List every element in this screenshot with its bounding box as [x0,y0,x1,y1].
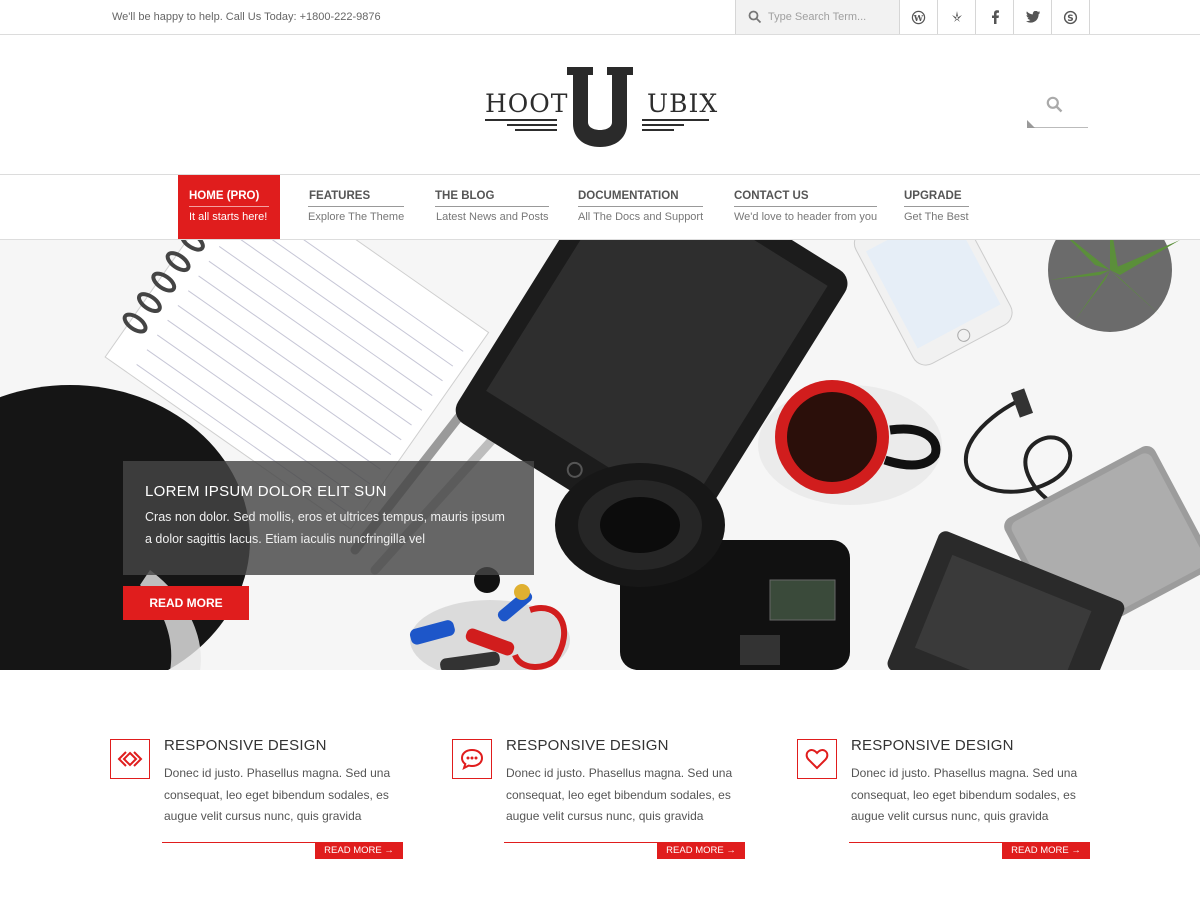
header-search[interactable] [1027,92,1088,128]
nav-item-blog[interactable]: THE BLOG Latest News and Posts [435,175,549,239]
slide-text: Cras non dolor. Sed mollis, eros et ultr… [145,510,505,546]
logo-right-word: UBIX [647,89,719,118]
svg-text:S: S [1067,13,1073,23]
yelp-icon[interactable] [938,0,976,34]
feature-box: RESPONSIVE DESIGN Donec id justo. Phasel… [452,737,752,859]
social-icons: W S [900,0,1090,34]
nav-item-documentation[interactable]: DOCUMENTATION All The Docs and Support [578,175,704,239]
diamond-arrows-icon [110,739,150,779]
main-menu: HOME (PRO) It all starts here! FEATURES … [0,175,1200,239]
feature-read-more-button[interactable]: READ MORE → [1002,842,1090,859]
hero-slider[interactable]: LOREM IPSUM DOLOR ELIT SUN Cras non dolo… [0,239,1200,670]
feature-text: Donec id justo. Phasellus magna. Sed una… [506,766,733,823]
nav-item-contact[interactable]: CONTACT US We'd love to header from you [734,175,878,239]
wordpress-icon[interactable]: W [900,0,938,34]
feature-title: RESPONSIVE DESIGN [851,737,1014,754]
logo-u-mark [567,67,633,147]
nav-item-upgrade[interactable]: UPGRADE Get The Best [904,175,969,239]
feature-title: RESPONSIVE DESIGN [506,737,669,754]
slide-read-more-button[interactable]: READ MORE [123,586,249,620]
logo-left-word: HOOT [485,89,569,118]
search-icon [1046,96,1063,113]
feature-read-more-button[interactable]: READ MORE → [315,842,403,859]
twitter-icon[interactable] [1014,0,1052,34]
search-input[interactable] [768,11,888,23]
heart-icon [797,739,837,779]
site-header: HOOT UBIX [0,35,1200,175]
feature-title: RESPONSIVE DESIGN [164,737,327,754]
facebook-icon[interactable] [976,0,1014,34]
top-bar: We'll be happy to help. Call Us Today: +… [0,0,1200,35]
svg-text:W: W [913,12,924,22]
slide-caption: LOREM IPSUM DOLOR ELIT SUN Cras non dolo… [123,461,534,575]
feature-box: RESPONSIVE DESIGN Donec id justo. Phasel… [797,737,1097,859]
feature-text: Donec id justo. Phasellus magna. Sed una… [851,766,1078,823]
chat-bubble-icon [452,739,492,779]
feature-read-more-button[interactable]: READ MORE → [657,842,745,859]
skype-icon[interactable]: S [1052,0,1090,34]
nav-item-features[interactable]: FEATURES Explore The Theme [308,175,405,239]
top-search-box[interactable] [735,0,900,34]
site-logo[interactable]: HOOT UBIX [485,67,719,147]
feature-text: Donec id justo. Phasellus magna. Sed una… [164,766,391,823]
nav-item-home[interactable]: HOME (PRO) It all starts here! [178,175,280,239]
help-text: We'll be happy to help. Call Us Today: +… [112,11,381,23]
feature-box: RESPONSIVE DESIGN Donec id justo. Phasel… [110,737,410,859]
slide-title: LOREM IPSUM DOLOR ELIT SUN [145,483,387,500]
search-icon [748,10,762,24]
